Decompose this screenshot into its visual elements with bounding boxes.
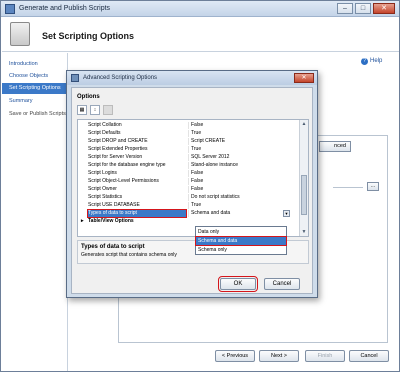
property-row[interactable]: Script Logins False — [78, 170, 300, 177]
help-label: Help — [370, 58, 383, 64]
property-name: Script Object-Level Permissions — [88, 178, 159, 184]
property-row[interactable]: Script Owner False — [78, 186, 300, 193]
property-row[interactable]: Script Extended Properties True — [78, 146, 300, 153]
dialog-cancel-button[interactable]: Cancel — [264, 278, 300, 290]
options-label: Options — [77, 94, 100, 100]
property-row-types-of-data[interactable]: Types of data to script Schema and data — [78, 209, 300, 218]
dialog-body: Options ▦ ↕ Script Collation False Script… — [71, 87, 313, 294]
maximize-icon[interactable]: □ — [355, 3, 371, 14]
next-button[interactable]: Next > — [259, 350, 299, 362]
property-toolbar: ▦ ↕ — [77, 105, 113, 115]
property-name: Script Statistics — [88, 194, 123, 200]
property-value: False — [188, 170, 288, 177]
property-name: Script Extended Properties — [88, 146, 148, 152]
nav-item-introduction[interactable]: Introduction — [2, 59, 68, 70]
scroll-thumb[interactable] — [301, 175, 307, 215]
property-value: Stand-alone instance — [188, 162, 288, 169]
property-value: False — [188, 178, 288, 185]
property-name: Script Defaults — [88, 130, 121, 136]
property-value: True — [188, 130, 288, 137]
help-link[interactable]: ? Help — [361, 58, 382, 65]
dropdown-option-schema-and-data[interactable]: Schema and data — [195, 236, 287, 246]
property-row[interactable]: Script Statistics Do not script statistic… — [78, 194, 300, 201]
scroll-up-icon[interactable]: ▲ — [300, 120, 308, 128]
wizard-nav: Introduction Choose Objects Set Scriptin… — [2, 53, 68, 371]
close-icon[interactable]: ✕ — [373, 3, 395, 14]
window-title: Generate and Publish Scripts — [19, 5, 111, 12]
dialog-close-icon[interactable]: ✕ — [294, 73, 314, 83]
property-row[interactable]: Script for the database engine type Stand… — [78, 162, 300, 169]
scroll-down-icon[interactable]: ▼ — [300, 228, 308, 236]
expand-icon[interactable]: ▸ — [81, 218, 84, 225]
category-name: Table/View Options — [88, 218, 134, 224]
browse-button[interactable]: ... — [367, 182, 379, 191]
types-of-data-dropdown-list: Data only Schema and data Schema only — [195, 226, 287, 255]
advanced-button[interactable]: nced — [319, 141, 351, 152]
advanced-scripting-options-dialog: Advanced Scripting Options ✕ Options ▦ ↕… — [66, 70, 318, 298]
property-name: Script for Server Version — [88, 154, 143, 160]
property-name: Script USE DATABASE — [88, 202, 140, 208]
property-value: Schema and data — [188, 210, 288, 217]
minimize-icon[interactable]: – — [337, 3, 353, 14]
property-name: Script Owner — [88, 186, 117, 192]
property-value: Do not script statistics — [188, 194, 288, 201]
scroll-icon — [10, 22, 30, 46]
vertical-scrollbar[interactable]: ▲ ▼ — [299, 120, 308, 236]
dialog-title-bar[interactable]: Advanced Scripting Options ✕ — [67, 71, 317, 85]
property-value: SQL Server 2012 — [188, 154, 288, 161]
property-value: False — [188, 186, 288, 193]
nav-item-summary[interactable]: Summary — [2, 96, 68, 107]
window-controls: – □ ✕ — [337, 3, 395, 14]
property-row[interactable]: Script Defaults True — [78, 130, 300, 137]
nav-item-set-scripting-options[interactable]: Set Scripting Options — [2, 83, 68, 94]
nav-item-save-or-publish[interactable]: Save or Publish Scripts — [2, 109, 68, 120]
property-value: True — [188, 202, 288, 209]
dropdown-option-data-only[interactable]: Data only — [196, 228, 286, 236]
help-icon: ? — [361, 58, 368, 65]
page-header: Set Scripting Options — [2, 18, 399, 52]
property-grid[interactable]: Script Collation False Script Defaults Tru… — [77, 119, 309, 237]
property-value: False — [188, 122, 288, 129]
categorized-icon[interactable]: ▦ — [77, 105, 87, 115]
page-title: Set Scripting Options — [42, 31, 135, 41]
property-row[interactable]: Script Object-Level Permissions False — [78, 178, 300, 185]
window-title-bar[interactable]: Generate and Publish Scripts – □ ✕ — [1, 1, 399, 17]
category-row-table-view[interactable]: ▸ Table/View Options — [78, 218, 300, 225]
property-value: Script CREATE — [188, 138, 288, 145]
property-value: True — [188, 146, 288, 153]
dialog-title: Advanced Scripting Options — [83, 75, 158, 81]
dialog-icon — [71, 74, 79, 82]
property-pages-icon[interactable] — [103, 105, 113, 115]
cancel-button[interactable]: Cancel — [349, 350, 389, 362]
property-row[interactable]: Script for Server Version SQL Server 2012 — [78, 154, 300, 161]
property-name: Script for the database engine type — [88, 162, 166, 168]
finish-button[interactable]: Finish — [305, 350, 345, 362]
property-name: Types of data to script — [87, 209, 187, 218]
ok-button[interactable]: OK — [218, 276, 258, 292]
dropdown-arrow-icon[interactable]: ▼ — [283, 210, 290, 217]
previous-button[interactable]: < Previous — [215, 350, 255, 362]
dropdown-option-schema-only[interactable]: Schema only — [196, 246, 286, 254]
property-name: Script Logins — [88, 170, 117, 176]
property-row[interactable]: Script USE DATABASE True — [78, 202, 300, 209]
nav-item-choose-objects[interactable]: Choose Objects — [2, 71, 68, 82]
sort-alphabetical-icon[interactable]: ↕ — [90, 105, 100, 115]
property-row[interactable]: Script Collation False — [78, 122, 300, 129]
property-name: Script DROP and CREATE — [88, 138, 148, 144]
app-icon — [5, 4, 15, 14]
property-row[interactable]: Script DROP and CREATE Script CREATE — [78, 138, 300, 145]
path-field — [333, 187, 363, 188]
property-name: Script Collation — [88, 122, 122, 128]
